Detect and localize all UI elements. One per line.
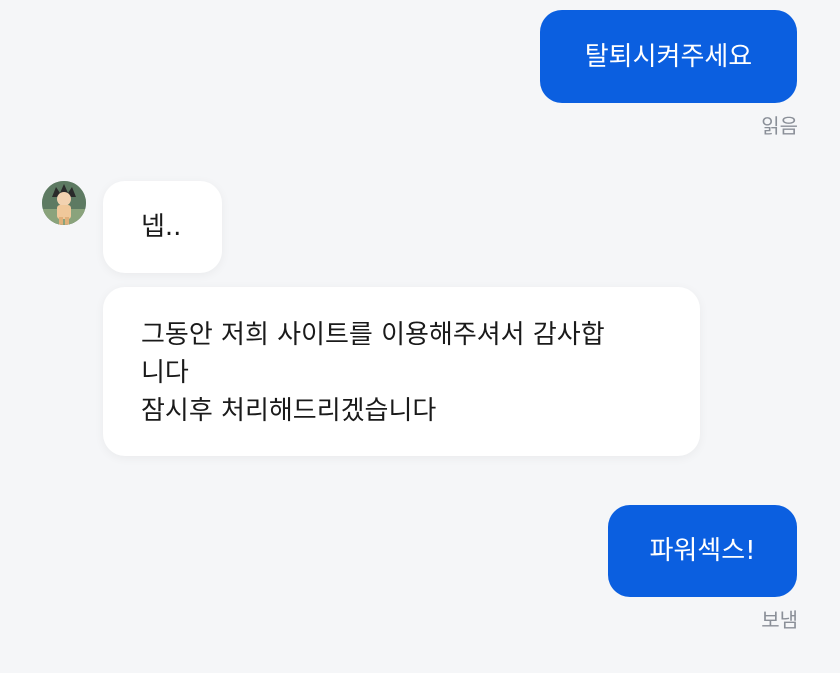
sent-status: 보냄 xyxy=(761,608,798,632)
message-text: 파워섹스! xyxy=(649,536,756,566)
outgoing-message-bubble[interactable]: 탈퇴시켜주세요 xyxy=(540,10,797,103)
incoming-message-bubble[interactable]: 그동안 저희 사이트를 이용해주셔서 감사합 니다 잠시후 처리해드리겠습니다 xyxy=(103,287,700,456)
incoming-message-bubble[interactable]: 넵.. xyxy=(103,181,222,273)
message-text: 넵.. xyxy=(141,212,182,242)
avatar-image xyxy=(42,181,86,225)
message-text: 탈퇴시켜주세요 xyxy=(584,41,753,72)
message-text-line: 그동안 저희 사이트를 이용해주셔서 감사합 xyxy=(141,320,605,350)
message-text-line: 잠시후 처리해드리겠습니다 xyxy=(141,396,437,426)
read-receipt: 읽음 xyxy=(761,114,798,138)
user-avatar-icon[interactable] xyxy=(42,181,86,225)
outgoing-message-bubble[interactable]: 파워섹스! xyxy=(608,505,797,597)
message-text-line: 니다 xyxy=(141,358,189,388)
